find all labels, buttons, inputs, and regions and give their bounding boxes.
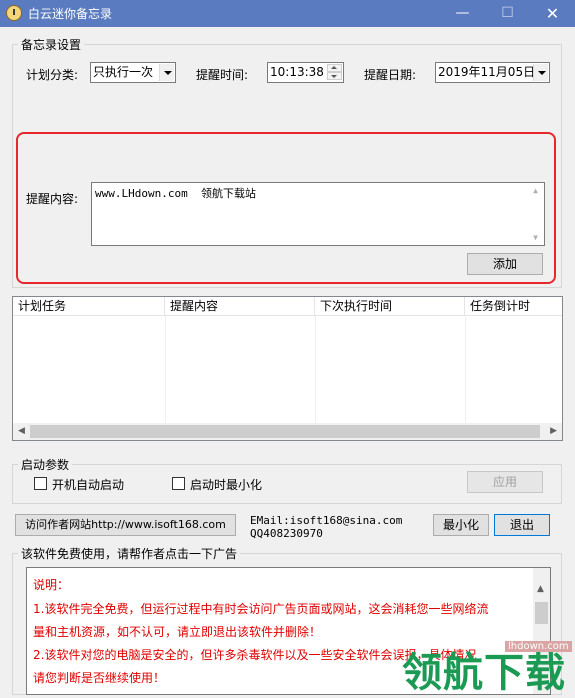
grid-line: [465, 316, 466, 423]
task-list[interactable]: 计划任务 提醒内容 下次执行时间 任务倒计时 ◀ ▶: [12, 296, 563, 441]
email-text: EMail:isoft168@sina.com: [250, 514, 403, 527]
add-button[interactable]: 添加: [467, 253, 543, 275]
task-list-header: 计划任务 提醒内容 下次执行时间 任务倒计时: [13, 297, 562, 316]
date-picker[interactable]: 2019年11月05日: [435, 62, 550, 83]
start-minimized-checkbox[interactable]: [172, 477, 185, 490]
notice-group-label: 该软件免费使用，请帮作者点击一下广告: [18, 545, 241, 562]
grid-line: [315, 316, 316, 423]
content-label: 提醒内容:: [26, 192, 79, 206]
col-task[interactable]: 计划任务: [13, 297, 165, 316]
scroll-down-icon[interactable]: ▼: [531, 233, 540, 242]
notice-line: 请您判断是否继续使用！: [33, 671, 166, 685]
calendar-dropdown-icon[interactable]: [533, 64, 548, 81]
content-value: www.LHdown.com 领航下载站: [95, 187, 256, 200]
category-value: 只执行一次: [93, 65, 154, 79]
scroll-up-icon[interactable]: ▲: [531, 186, 540, 195]
close-window-button[interactable]: ✕: [530, 0, 575, 27]
visit-website-button[interactable]: 访问作者网站http://www.isoft168.com: [15, 514, 236, 536]
grid-line: [165, 316, 166, 423]
content-scrollbar[interactable]: ▲ ▼: [527, 183, 544, 245]
autostart-checkbox[interactable]: [34, 477, 47, 490]
window-title: 白云迷你备忘录: [28, 7, 113, 21]
qq-text: QQ408230970: [250, 527, 323, 540]
apply-button[interactable]: 应用: [467, 471, 543, 493]
col-countdown[interactable]: 任务倒计时: [465, 297, 562, 316]
maximize-window-button[interactable]: ☐: [485, 0, 530, 27]
scroll-right-icon[interactable]: ▶: [550, 426, 557, 436]
scroll-thumb[interactable]: [30, 425, 540, 438]
notice-line: 量和主机资源，如不认可，请立即退出该软件并删除！: [33, 625, 322, 639]
time-spinner[interactable]: [327, 64, 342, 81]
startup-group-label: 启动参数: [18, 456, 73, 473]
category-select[interactable]: 只执行一次: [90, 62, 176, 83]
notice-line: 说明：: [33, 578, 70, 592]
autostart-label[interactable]: 开机自动启动: [52, 476, 124, 493]
clock-icon: [6, 5, 22, 21]
date-value: 2019年11月05日: [438, 65, 536, 79]
chevron-down-icon[interactable]: [159, 64, 174, 81]
category-label: 计划分类:: [26, 68, 79, 82]
scroll-left-icon[interactable]: ◀: [18, 426, 25, 436]
start-minimized-label[interactable]: 启动时最小化: [190, 476, 262, 493]
spin-down-icon[interactable]: [327, 72, 342, 80]
time-value: 10:13:38: [270, 65, 324, 79]
minimize-button[interactable]: 最小化: [433, 514, 489, 536]
col-next-time[interactable]: 下次执行时间: [315, 297, 465, 316]
content-textarea[interactable]: www.LHdown.com 领航下载站 ▲ ▼: [91, 182, 545, 246]
time-label: 提醒时间:: [196, 68, 249, 82]
memo-settings-label: 备忘录设置: [18, 36, 85, 53]
scroll-thumb[interactable]: [535, 602, 548, 624]
col-content[interactable]: 提醒内容: [165, 297, 315, 316]
title-bar: 白云迷你备忘录 — ☐ ✕: [0, 0, 575, 27]
notice-line: 1.该软件完全免费，但运行过程中有时会访问广告页面或网站，这会消耗您一些网络流: [33, 602, 489, 616]
spin-up-icon[interactable]: [327, 64, 342, 72]
minimize-window-button[interactable]: —: [440, 0, 485, 27]
watermark-site: lhdown.com: [505, 641, 572, 652]
exit-button[interactable]: 退出: [494, 514, 550, 536]
time-picker[interactable]: 10:13:38: [267, 62, 344, 83]
date-label: 提醒日期:: [364, 68, 417, 82]
scroll-up-icon[interactable]: ▲: [537, 584, 544, 594]
task-list-hscrollbar[interactable]: ◀ ▶: [13, 423, 562, 440]
